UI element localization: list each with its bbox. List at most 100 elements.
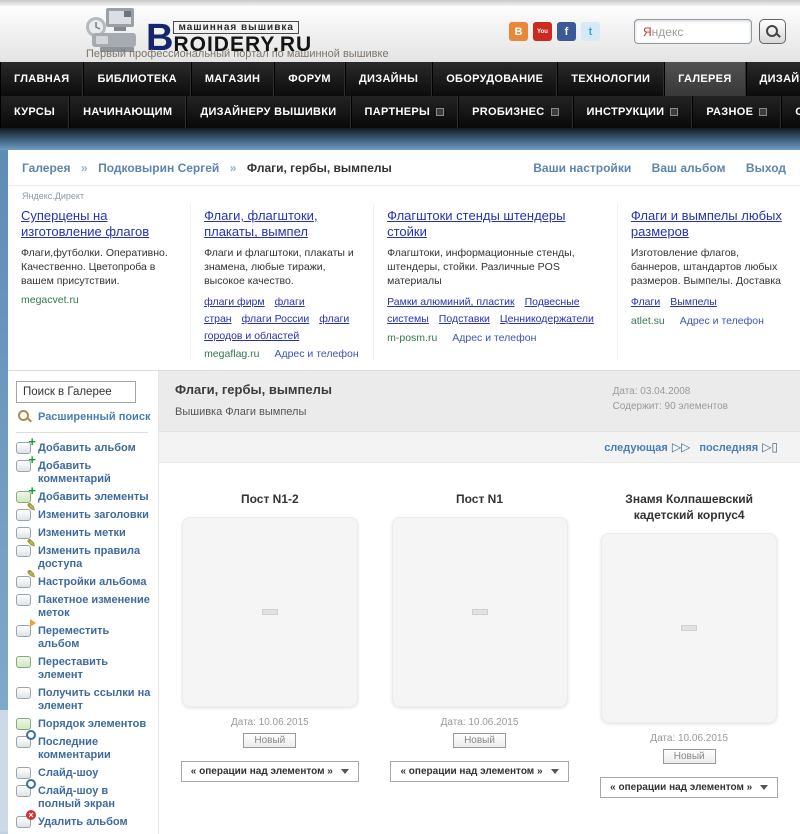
nav-o-nas[interactable]: О НАС <box>781 96 800 128</box>
sidebar-item-add-album[interactable]: Добавить альбом <box>16 436 158 455</box>
item-thumbnail-placeholder[interactable] <box>181 517 358 708</box>
sidebar-item-slideshow[interactable]: Слайд-шоу <box>16 767 158 780</box>
sidebar-item-add-comment[interactable]: Добавить комментарий <box>16 454 158 486</box>
nav-nachinayushchim[interactable]: НАЧИНАЮЩИМ <box>69 96 187 128</box>
nav-glavnaya[interactable]: ГЛАВНАЯ <box>0 62 84 96</box>
ad-sitelink[interactable]: Флаги <box>631 296 660 308</box>
slideshow-icon <box>16 767 31 780</box>
ad-domain-link[interactable]: megacvet.ru <box>21 294 79 306</box>
pagination-last-link[interactable]: последняя ▷▯ <box>699 440 784 454</box>
yandex-search-input[interactable]: Яндекс <box>634 19 752 44</box>
ad-domain-link[interactable]: megaflag.ru <box>204 348 259 360</box>
breadcrumb-separator: » <box>80 161 88 175</box>
pagination-bar: следующая ▷▷ последняя ▷▯ <box>159 431 800 464</box>
album-meta: Дата: 03.04.2008 Содержит: 90 элементов <box>613 382 784 418</box>
ad-contact-link[interactable]: Адрес и телефон <box>274 348 358 360</box>
sidebar-item-edit-access[interactable]: Изменить правила доступа <box>16 539 158 571</box>
item-title: Знамя Колпашевский кадетский корпус4 <box>625 492 754 523</box>
sidebar-divider <box>16 432 148 434</box>
ads-label: Яндекс.Директ <box>22 191 85 201</box>
breadcrumb-author[interactable]: Подковырин Сергей <box>98 161 219 175</box>
breadcrumb-current: Флаги, гербы, вымпелы <box>246 161 392 175</box>
album-title: Флаги, гербы, вымпелы <box>175 382 332 398</box>
sidebar-item-add-elements[interactable]: Добавить элементы <box>16 485 158 504</box>
sidebar-item-recent-comments[interactable]: Последние комментарии <box>16 730 158 762</box>
broken-image-icon <box>681 625 698 632</box>
sidebar-item-album-settings[interactable]: Настройки альбома <box>16 570 158 589</box>
nav-kursy[interactable]: КУРСЫ <box>0 96 70 128</box>
ad-footer: m-posm.ru Адрес и телефон <box>387 332 604 344</box>
ad-domain-link[interactable]: atlet.su <box>631 315 665 327</box>
gallery-search-input[interactable] <box>16 381 136 404</box>
search-button[interactable] <box>759 19 786 44</box>
nav-dizayneru-vyshivki[interactable]: ДИЗАЙНЕРУ ВЫШИВКИ <box>186 96 351 128</box>
ad-contact-link[interactable]: Адрес и телефон <box>452 332 536 344</box>
ad-sitelink[interactable]: Вымпелы <box>670 296 717 308</box>
nav-oborudovanie[interactable]: ОБОРУДОВАНИЕ <box>432 62 558 96</box>
element-order-icon <box>16 718 31 731</box>
ad-body: Флаги,футболки. Оперативно. Качественно.… <box>21 246 168 287</box>
ad-sitelinks: флаги фирм флаги стран флаги России флаги г… <box>204 294 360 344</box>
youtube-icon[interactable]: You <box>533 22 552 41</box>
ad-footer: atlet.su Адрес и телефон <box>631 315 787 327</box>
item-operations-dropdown[interactable]: « операции над элементом » <box>180 761 359 783</box>
sidebar-item-edit-tags[interactable]: Изменить метки <box>16 527 158 540</box>
settings-link[interactable]: Ваши настройки <box>533 161 631 175</box>
sidebar-item-edit-titles[interactable]: Изменить заголовки <box>16 503 158 522</box>
breadcrumb-gallery[interactable]: Галерея <box>22 161 70 175</box>
facebook-icon[interactable]: f <box>557 22 576 41</box>
sidebar-item-rearrange-element[interactable]: Переставить элемент <box>16 656 158 682</box>
ad-sitelink[interactable]: флаги фирм <box>204 296 265 308</box>
item-operations-dropdown[interactable]: « операции над элементом » <box>390 761 569 783</box>
gallery-items: Пост N1-2 Дата: 10.06.2015 Новый « опера… <box>159 463 800 799</box>
nav-dizayny[interactable]: ДИЗАЙНЫ <box>344 62 433 96</box>
logout-link[interactable]: Выход <box>746 161 786 175</box>
nav-partnery[interactable]: ПАРТНЕРЫ <box>350 96 459 128</box>
pagination-next-link[interactable]: следующая ▷▷ <box>604 440 696 455</box>
ad-sitelink[interactable]: Подставки <box>439 313 490 325</box>
breadcrumb-bar: Галерея » Подковырин Сергей » Флаги, гер… <box>8 150 800 186</box>
nav-raznoe[interactable]: РАЗНОЕ <box>692 96 782 128</box>
nav-galereya-active[interactable]: ГАЛЕРЕЯ <box>664 62 746 96</box>
sidebar-item-move-album[interactable]: Переместить альбом <box>16 619 158 651</box>
nav-instruktsii[interactable]: ИНСТРУКЦИИ <box>572 96 693 128</box>
sidebar-item-element-order[interactable]: Порядок элементов <box>16 718 158 731</box>
twitter-icon[interactable]: t <box>581 22 600 41</box>
ad-sitelinks: Флаги Вымпелы <box>631 294 787 311</box>
item-thumbnail-placeholder[interactable] <box>601 533 778 724</box>
sidebar-item-batch-tags[interactable]: Пакетное изменение меток <box>16 594 158 620</box>
item-thumbnail-placeholder[interactable] <box>391 517 568 708</box>
sidebar-item-delete-album[interactable]: Удалить альбом <box>16 810 158 829</box>
advanced-search-link[interactable]: Расширенный поиск <box>18 410 158 423</box>
secondary-nav: КУРСЫ НАЧИНАЮЩИМ ДИЗАЙНЕРУ ВЫШИВКИ ПАРТН… <box>0 96 800 128</box>
blogger-icon[interactable]: B <box>509 22 528 41</box>
my-album-link[interactable]: Ваш альбом <box>652 161 726 175</box>
item-operations-dropdown[interactable]: « операции над элементом » <box>600 777 779 799</box>
sidebar-item-slideshow-fullscreen[interactable]: Слайд-шоу в полный экран <box>16 779 158 811</box>
nav-tekhnologii[interactable]: ТЕХНОЛОГИИ <box>557 62 665 96</box>
slideshow-fullscreen-icon <box>16 779 36 798</box>
ad-sitelink[interactable]: Ценникодержатели <box>500 313 594 325</box>
ad-title-link[interactable]: Флагштоки стенды штендеры стойки <box>387 208 604 241</box>
header-right: B You f t Яндекс <box>509 19 786 44</box>
nav-magazin[interactable]: МАГАЗИН <box>190 62 275 96</box>
nav-forum[interactable]: ФОРУМ <box>274 62 345 96</box>
dropdown-caret-icon <box>340 769 349 775</box>
nav-dizaynery[interactable]: ДИЗАЙНЕРЫ <box>745 62 800 96</box>
ad-contact-link[interactable]: Адрес и телефон <box>680 315 764 327</box>
ad-sitelink[interactable]: Рамки алюминий, пластик <box>387 296 514 308</box>
next-page-icon: ▷▷ <box>671 440 691 455</box>
ad-domain-link[interactable]: m-posm.ru <box>387 332 437 344</box>
ad-title-link[interactable]: Флаги, флагштоки, плакаты, вымпел <box>204 208 360 241</box>
comment-add-icon <box>16 454 36 473</box>
ad-title-link[interactable]: Флаги и вымпелы любых размеров <box>631 208 787 241</box>
nav-probiznes[interactable]: PROБИЗНЕС <box>458 96 573 128</box>
ad-sitelink[interactable]: флаги России <box>242 313 310 325</box>
gallery-main: Флаги, гербы, вымпелы Вышивка Флаги вымп… <box>158 371 800 834</box>
ad-title-link[interactable]: Суперцены на изготовление флагов <box>21 208 177 241</box>
gallery-item: Знамя Колпашевский кадетский корпус4 Дат… <box>584 477 794 799</box>
ads-row: Суперцены на изготовление флагов Флаги,ф… <box>8 204 800 370</box>
recent-comments-icon <box>16 730 36 749</box>
nav-biblioteka[interactable]: БИБЛИОТЕКА <box>83 62 191 96</box>
yandex-direct-block: Яндекс.Директ Суперцены на изготовление … <box>8 186 800 372</box>
